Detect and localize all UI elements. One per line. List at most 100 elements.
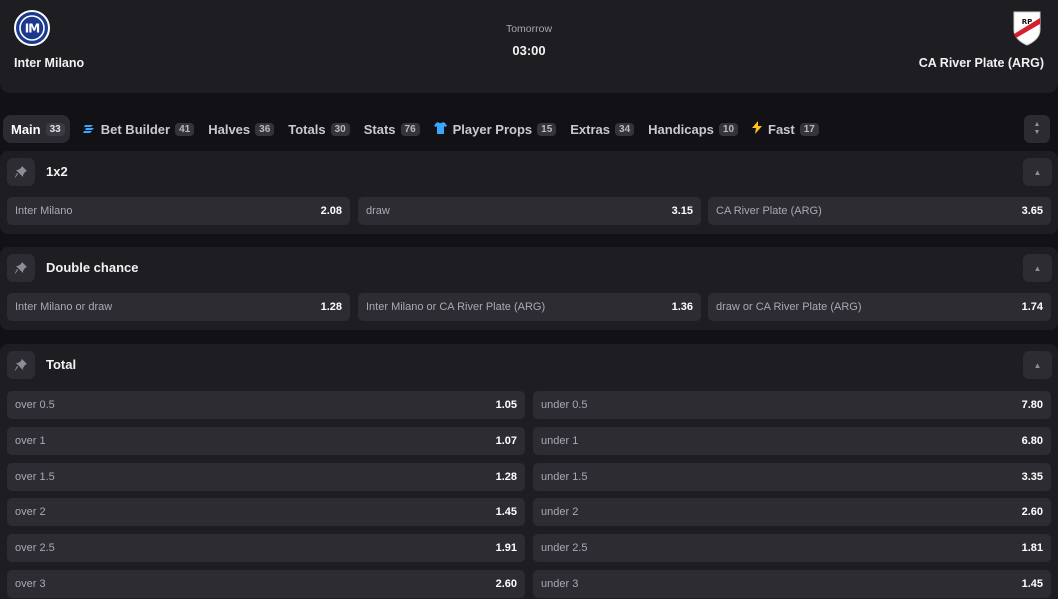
lightning-icon	[752, 121, 763, 137]
odd-label: over 2.5	[15, 542, 55, 554]
odd-value: 1.81	[1021, 542, 1043, 554]
odd-label: over 1	[15, 435, 46, 447]
odd-button-under[interactable]: under 3 1.45	[533, 570, 1051, 598]
collapse-market-button[interactable]: ▲	[1023, 351, 1052, 379]
odd-value: 7.80	[1021, 399, 1043, 411]
tab-label: Bet Builder	[100, 121, 171, 137]
odd-label: Inter Milano	[15, 205, 73, 217]
tab-label: Player Props	[452, 121, 533, 137]
tab-label: Handicaps	[648, 121, 714, 137]
odd-button[interactable]: draw 3.15	[358, 197, 701, 225]
odd-value: 1.91	[495, 542, 517, 554]
odd-button-under[interactable]: under 1 6.80	[533, 427, 1051, 455]
odd-label: over 0.5	[15, 399, 55, 411]
tab-count: 76	[400, 122, 420, 136]
market-header[interactable]: 1x2 ▲	[0, 151, 1058, 193]
tab-count: 36	[255, 122, 275, 136]
pin-icon[interactable]	[7, 254, 35, 282]
odd-button[interactable]: Inter Milano or draw 1.28	[7, 293, 350, 321]
tab-label: Main	[11, 121, 41, 137]
odd-button[interactable]: Inter Milano 2.08	[7, 197, 350, 225]
odd-button[interactable]: Inter Milano or CA River Plate (ARG) 1.3…	[358, 293, 701, 321]
market-1x2: 1x2 ▲ Inter Milano 2.08 draw 3.15 CA Riv…	[0, 151, 1058, 234]
odd-button[interactable]: draw or CA River Plate (ARG) 1.74	[708, 293, 1051, 321]
collapse-market-button[interactable]: ▲	[1023, 254, 1052, 282]
market-header[interactable]: Total ▲	[0, 344, 1058, 386]
odd-value: 1.07	[495, 435, 517, 447]
tab-label: Stats	[363, 121, 396, 137]
odd-label: over 3	[15, 578, 46, 590]
odd-value: 1.45	[1021, 578, 1043, 590]
odd-button-under[interactable]: under 2.5 1.81	[533, 534, 1051, 562]
odd-button-over[interactable]: over 2.5 1.91	[7, 534, 525, 562]
tab-label: Halves	[208, 121, 251, 137]
odd-label: draw or CA River Plate (ARG)	[716, 301, 862, 313]
pin-icon[interactable]	[7, 351, 35, 379]
tab-count: 10	[718, 122, 739, 136]
tab-player-props[interactable]: Player Props 15	[427, 115, 564, 143]
chevron-up-icon: ▲	[1033, 121, 1041, 128]
tab-count: 41	[175, 122, 195, 136]
market-title: Double chance	[46, 260, 139, 275]
tab-count: 15	[537, 122, 557, 136]
odd-value: 1.45	[495, 506, 517, 518]
tab-handicaps[interactable]: Handicaps 10	[641, 115, 745, 143]
odd-label: under 0.5	[541, 399, 588, 411]
odd-value: 2.08	[320, 205, 342, 217]
odd-value: 1.74	[1021, 301, 1043, 313]
tab-stats[interactable]: Stats 76	[357, 115, 427, 143]
market-double-chance: Double chance ▲ Inter Milano or draw 1.2…	[0, 247, 1058, 330]
odd-button-over[interactable]: over 1 1.07	[7, 427, 525, 455]
odd-button-over[interactable]: over 3 2.60	[7, 570, 525, 598]
odd-button-under[interactable]: under 1.5 3.35	[533, 463, 1051, 491]
home-team-name: Inter Milano	[14, 56, 85, 70]
odd-value: 3.35	[1021, 471, 1043, 483]
river-crest-text: RP	[1022, 18, 1033, 26]
tab-totals[interactable]: Totals 30	[281, 115, 356, 143]
odd-label: under 2.5	[541, 542, 588, 554]
odd-label: draw	[366, 205, 390, 217]
odd-button-over[interactable]: over 2 1.45	[7, 498, 525, 526]
odd-value: 3.65	[1021, 205, 1043, 217]
odd-button-under[interactable]: under 0.5 7.80	[533, 391, 1051, 419]
odd-label: over 2	[15, 506, 46, 518]
collapse-market-button[interactable]: ▲	[1023, 158, 1052, 186]
tab-count: 30	[330, 122, 350, 136]
odd-value: 1.28	[495, 471, 517, 483]
tab-halves[interactable]: Halves 36	[201, 115, 281, 143]
market-tabs: Main 33 Bet Builder 41 Halves 36 Totals …	[0, 114, 1058, 144]
chevron-down-icon: ▼	[1033, 129, 1041, 136]
tab-label: Fast	[768, 121, 795, 137]
jersey-icon	[433, 121, 447, 137]
odd-value: 1.28	[320, 301, 342, 313]
odd-label: CA River Plate (ARG)	[716, 205, 822, 217]
away-team-name: CA River Plate (ARG)	[918, 56, 1044, 70]
kickoff-time: 03:00	[512, 43, 546, 58]
odd-label: under 3	[541, 578, 579, 590]
tab-extras[interactable]: Extras 34	[563, 115, 641, 143]
chevron-up-icon: ▲	[1033, 263, 1042, 273]
odd-value: 3.15	[671, 205, 693, 217]
odd-label: under 1	[541, 435, 579, 447]
tab-main[interactable]: Main 33	[3, 115, 70, 143]
chevron-up-icon: ▲	[1033, 167, 1042, 177]
odd-label: over 1.5	[15, 471, 55, 483]
odd-button-over[interactable]: over 0.5 1.05	[7, 391, 525, 419]
odd-value: 6.80	[1021, 435, 1043, 447]
tab-bet-builder[interactable]: Bet Builder 41	[76, 115, 201, 143]
odd-button-over[interactable]: over 1.5 1.28	[7, 463, 525, 491]
tab-fast[interactable]: Fast 17	[745, 115, 826, 143]
collapse-all-button[interactable]: ▲ ▼	[1024, 115, 1050, 143]
odd-button-under[interactable]: under 2 2.60	[533, 498, 1051, 526]
pin-icon[interactable]	[7, 158, 35, 186]
away-team[interactable]: RP CA River Plate (ARG)	[919, 10, 1044, 70]
odd-label: under 1.5	[541, 471, 588, 483]
odd-value: 2.60	[495, 578, 517, 590]
market-header[interactable]: Double chance ▲	[0, 247, 1058, 289]
odd-button[interactable]: CA River Plate (ARG) 3.65	[708, 197, 1051, 225]
market-total: Total ▲ over 0.5 1.05 under 0.5 7.80 ove…	[0, 344, 1058, 599]
chevron-up-icon: ▲	[1033, 360, 1042, 370]
tab-label: Extras	[570, 121, 611, 137]
kickoff-day: Tomorrow	[505, 23, 553, 35]
odd-label: Inter Milano or draw	[15, 301, 113, 313]
